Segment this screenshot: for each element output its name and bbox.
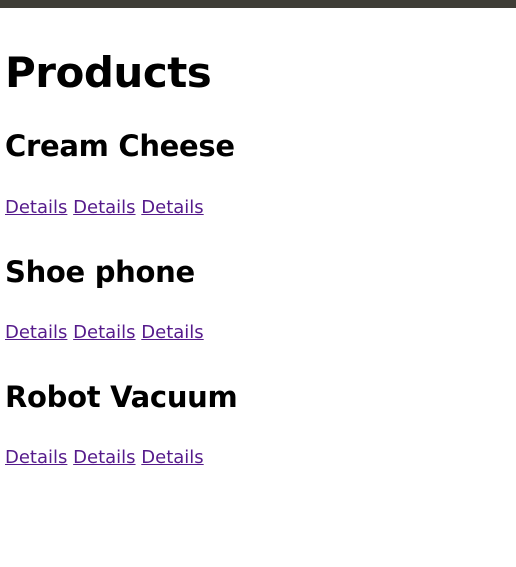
details-link[interactable]: Details (73, 197, 135, 218)
details-link[interactable]: Details (141, 447, 203, 468)
details-link[interactable]: Details (141, 197, 203, 218)
details-link[interactable]: Details (5, 322, 67, 343)
details-link[interactable]: Details (141, 322, 203, 343)
details-link[interactable]: Details (5, 197, 67, 218)
details-link[interactable]: Details (73, 447, 135, 468)
top-bar (0, 0, 516, 8)
product-links: Details Details Details (5, 447, 511, 469)
product-name: Shoe phone (5, 255, 195, 289)
product-item: Robot Vacuum Details Details Details (5, 383, 511, 469)
product-name: Robot Vacuum (5, 380, 238, 414)
main-content: Products Cream Cheese Details Details De… (0, 8, 516, 469)
details-link[interactable]: Details (5, 447, 67, 468)
details-link[interactable]: Details (73, 322, 135, 343)
product-links: Details Details Details (5, 197, 511, 219)
product-item: Shoe phone Details Details Details (5, 258, 511, 344)
product-links: Details Details Details (5, 322, 511, 344)
product-name: Cream Cheese (5, 129, 235, 163)
page-title: Products (5, 48, 212, 97)
product-item: Cream Cheese Details Details Details (5, 132, 511, 219)
